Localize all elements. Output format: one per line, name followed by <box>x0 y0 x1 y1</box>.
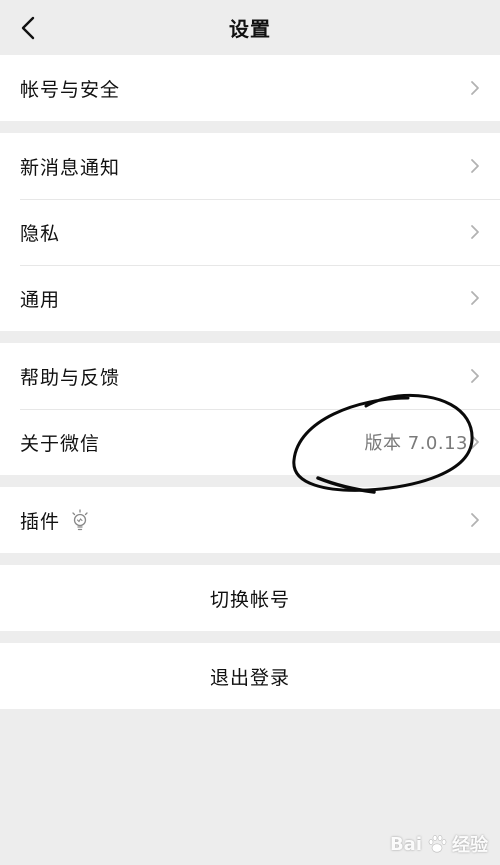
version-text: 版本 7.0.13 <box>364 433 468 454</box>
chevron-right-icon <box>471 435 479 449</box>
settings-item-general[interactable]: 通用 <box>0 265 500 331</box>
chevron-right-icon <box>471 81 479 95</box>
settings-item-help-feedback[interactable]: 帮助与反馈 <box>0 343 500 409</box>
settings-item-about[interactable]: 关于微信 版本 7.0.13 <box>0 409 500 475</box>
switch-account-label: 切换帐号 <box>209 588 290 611</box>
chevron-right-icon <box>471 513 479 527</box>
settings-item-notifications[interactable]: 新消息通知 <box>0 133 500 199</box>
group-divider <box>0 553 500 565</box>
switch-account-group: 切换帐号 <box>0 565 500 631</box>
chevron-right-icon <box>471 159 479 173</box>
group-divider <box>0 475 500 487</box>
switch-account-button[interactable]: 切换帐号 <box>0 565 500 631</box>
group-divider <box>0 331 500 343</box>
page-title: 设置 <box>229 17 271 41</box>
watermark-text-right: 经验 <box>452 835 488 856</box>
paw-icon <box>428 835 447 853</box>
settings-group-help: 帮助与反馈 关于微信 版本 7.0.13 <box>0 343 500 475</box>
settings-item-privacy[interactable]: 隐私 <box>0 199 500 265</box>
logout-group: 退出登录 <box>0 643 500 709</box>
baidu-jingyan-watermark: Bai 经验 <box>390 831 488 857</box>
group-divider <box>0 121 500 133</box>
logout-label: 退出登录 <box>209 666 290 689</box>
logout-button[interactable]: 退出登录 <box>0 643 500 709</box>
settings-item-label: 帐号与安全 <box>20 78 121 101</box>
lightbulb-icon <box>72 509 88 531</box>
group-divider <box>0 631 500 643</box>
watermark-text-left: Bai <box>389 833 422 855</box>
settings-group-plugins: 插件 <box>0 487 500 553</box>
settings-item-label: 通用 <box>20 288 61 311</box>
chevron-right-icon <box>471 291 479 305</box>
settings-item-label: 插件 <box>20 510 61 533</box>
settings-item-label: 隐私 <box>20 222 61 245</box>
chevron-right-icon <box>471 225 479 239</box>
settings-item-label: 关于微信 <box>20 432 101 455</box>
chevron-right-icon <box>471 369 479 383</box>
settings-item-plugins[interactable]: 插件 <box>0 487 500 553</box>
settings-item-label: 新消息通知 <box>20 156 121 179</box>
settings-group-account: 帐号与安全 <box>0 55 500 121</box>
settings-group-general: 新消息通知 隐私 通用 <box>0 133 500 331</box>
settings-item-label: 帮助与反馈 <box>20 366 121 389</box>
navigation-bar: 设置 <box>0 0 500 55</box>
settings-item-account-security[interactable]: 帐号与安全 <box>0 55 500 121</box>
